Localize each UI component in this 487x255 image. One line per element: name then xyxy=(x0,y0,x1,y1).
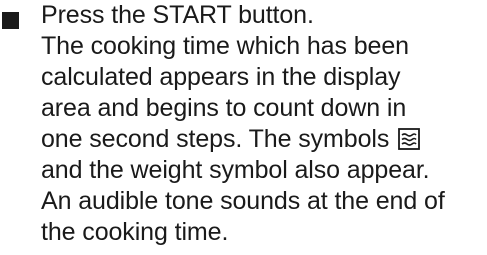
instruction-line: one second steps. The symbols xyxy=(41,125,390,153)
instruction-line: and the weight symbol also appear. xyxy=(41,156,430,184)
instruction-line: The cooking time which has been xyxy=(41,32,409,60)
instruction-line: An audible tone sounds at the end of xyxy=(41,187,445,215)
instruction-line: calculated appears in the display xyxy=(41,63,401,91)
grill-symbol-icon xyxy=(398,128,420,150)
instruction-line: the cooking time. xyxy=(41,218,229,246)
instruction-step: Press the START button. The cooking time… xyxy=(0,0,487,255)
instruction-line: area and begins to count down in xyxy=(41,94,407,122)
instruction-text: Press the START button. The cooking time… xyxy=(41,0,487,248)
bullet-square-icon xyxy=(2,12,19,29)
instruction-line-with-icon: one second steps. The symbols xyxy=(41,124,487,155)
instruction-line: Press the START button. xyxy=(41,1,314,29)
